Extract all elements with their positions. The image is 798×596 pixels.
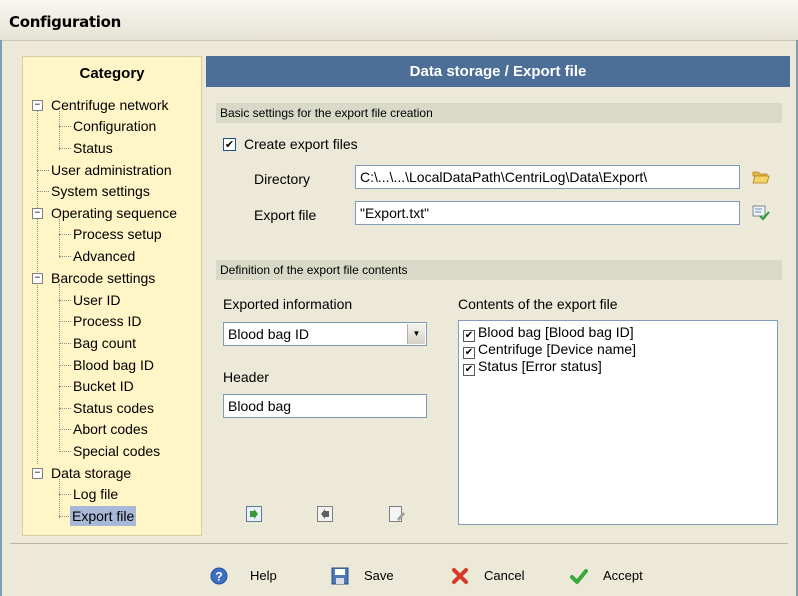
tree-item-system-settings[interactable]: System settings: [51, 181, 150, 201]
collapse-icon[interactable]: −: [32, 100, 43, 111]
tree-item-bucket-id[interactable]: Bucket ID: [73, 376, 134, 396]
edit-entry-icon[interactable]: [389, 506, 405, 522]
tree-item-configuration[interactable]: Configuration: [73, 116, 156, 136]
cancel-x-icon: [451, 567, 469, 585]
remove-from-export-icon[interactable]: [317, 506, 333, 522]
tree-branch: [59, 365, 71, 366]
tree-item-log-file[interactable]: Log file: [73, 484, 118, 504]
tree-item-process-setup[interactable]: Process setup: [73, 224, 162, 244]
list-item[interactable]: ✔ Centrifuge [Device name]: [463, 341, 636, 359]
tree-line-operating: [59, 219, 60, 258]
directory-field[interactable]: C:\...\...\LocalDataPath\CentriLog\Data\…: [355, 165, 740, 189]
tree-branch: [59, 408, 71, 409]
list-item-label: Status [Error status]: [478, 358, 602, 374]
tree-branch: [59, 386, 71, 387]
tree-item-export-file[interactable]: Export file: [70, 506, 137, 526]
collapse-icon[interactable]: −: [32, 273, 43, 284]
panel-title: Data storage / Export file: [409, 63, 587, 80]
list-item-label: Blood bag [Blood bag ID]: [478, 324, 634, 340]
window-frame-left: [0, 40, 2, 596]
tree-item-bag-count[interactable]: Bag count: [73, 333, 136, 353]
section-basic-settings: Basic settings for the export file creat…: [216, 103, 782, 123]
export-file-field[interactable]: "Export.txt": [355, 201, 740, 225]
cancel-label: Cancel: [484, 568, 525, 583]
list-item-label: Centrifuge [Device name]: [478, 341, 636, 357]
category-title: Category: [79, 65, 145, 82]
list-item[interactable]: ✔ Status [Error status]: [463, 358, 602, 376]
tree-item-operating-sequence[interactable]: Operating sequence: [51, 203, 177, 223]
help-icon: ?: [210, 567, 228, 585]
tree-item-status-codes[interactable]: Status codes: [73, 398, 154, 418]
export-file-label: Export file: [254, 207, 317, 223]
exported-info-select[interactable]: Blood bag ID ▼: [223, 322, 427, 346]
tree-item-user-administration[interactable]: User administration: [51, 160, 172, 180]
collapse-icon[interactable]: −: [32, 208, 43, 219]
tree-branch: [59, 343, 71, 344]
window-title: Configuration: [9, 13, 121, 31]
tree-item-advanced[interactable]: Advanced: [73, 246, 135, 266]
contents-listbox[interactable]: ✔ Blood bag [Blood bag ID] ✔ Centrifuge [D…: [458, 320, 778, 525]
collapse-icon[interactable]: −: [32, 468, 43, 479]
dropdown-arrow-icon[interactable]: ▼: [407, 324, 425, 344]
create-export-label: Create export files: [244, 136, 358, 152]
tree-item-user-id[interactable]: User ID: [73, 290, 120, 310]
tree-branch: [59, 451, 71, 452]
create-export-checkbox[interactable]: ✔: [223, 138, 236, 151]
tree-branch: [59, 148, 71, 149]
header-label: Header: [223, 369, 269, 385]
category-panel: Category − − − − Centrifuge network Conf…: [22, 56, 202, 536]
tree-item-barcode-settings[interactable]: Barcode settings: [51, 268, 155, 288]
directory-label: Directory: [254, 171, 311, 187]
tree-branch: [59, 494, 71, 495]
tree-item-blood-bag-id[interactable]: Blood bag ID: [73, 355, 154, 375]
svg-text:?: ?: [215, 570, 222, 584]
list-item-checkbox[interactable]: ✔: [463, 364, 475, 376]
tree-line-barcode: [59, 284, 60, 452]
tree-item-process-id[interactable]: Process ID: [73, 311, 141, 331]
tree-item-status[interactable]: Status: [73, 138, 113, 158]
file-check-icon[interactable]: [752, 204, 770, 222]
tree-item-abort-codes[interactable]: Abort codes: [73, 419, 148, 439]
list-item[interactable]: ✔ Blood bag [Blood bag ID]: [463, 324, 634, 342]
tree-branch: [59, 256, 71, 257]
tree-line-data-storage: [59, 479, 60, 518]
footer-separator: [10, 543, 788, 544]
tree-branch: [59, 234, 71, 235]
accept-label: Accept: [603, 568, 643, 583]
folder-open-icon[interactable]: [752, 169, 770, 185]
window-titlebar: Configuration: [0, 0, 798, 41]
header-field[interactable]: Blood bag: [223, 394, 427, 418]
tree-branch: [59, 321, 71, 322]
exported-info-label: Exported information: [223, 296, 353, 312]
section-definition: Definition of the export file contents: [216, 260, 782, 280]
tree-line-root: [37, 106, 38, 464]
tree-item-special-codes[interactable]: Special codes: [73, 441, 160, 461]
tree-branch: [59, 429, 71, 430]
checkmark-icon: [570, 567, 588, 585]
panel-header: Data storage / Export file: [206, 56, 790, 87]
floppy-disk-icon: [331, 567, 349, 585]
tree-item-data-storage[interactable]: Data storage: [51, 463, 131, 483]
tree-branch: [37, 170, 49, 171]
tree-branch: [37, 191, 49, 192]
add-to-export-icon[interactable]: [246, 506, 262, 522]
exported-info-value: Blood bag ID: [228, 326, 309, 342]
help-label: Help: [250, 568, 277, 583]
tree-branch: [59, 300, 71, 301]
tree-line-centrifuge: [59, 111, 60, 150]
tree-item-centrifuge-network[interactable]: Centrifuge network: [51, 95, 169, 115]
tree-branch: [59, 126, 71, 127]
contents-label: Contents of the export file: [458, 296, 618, 312]
save-label: Save: [364, 568, 394, 583]
